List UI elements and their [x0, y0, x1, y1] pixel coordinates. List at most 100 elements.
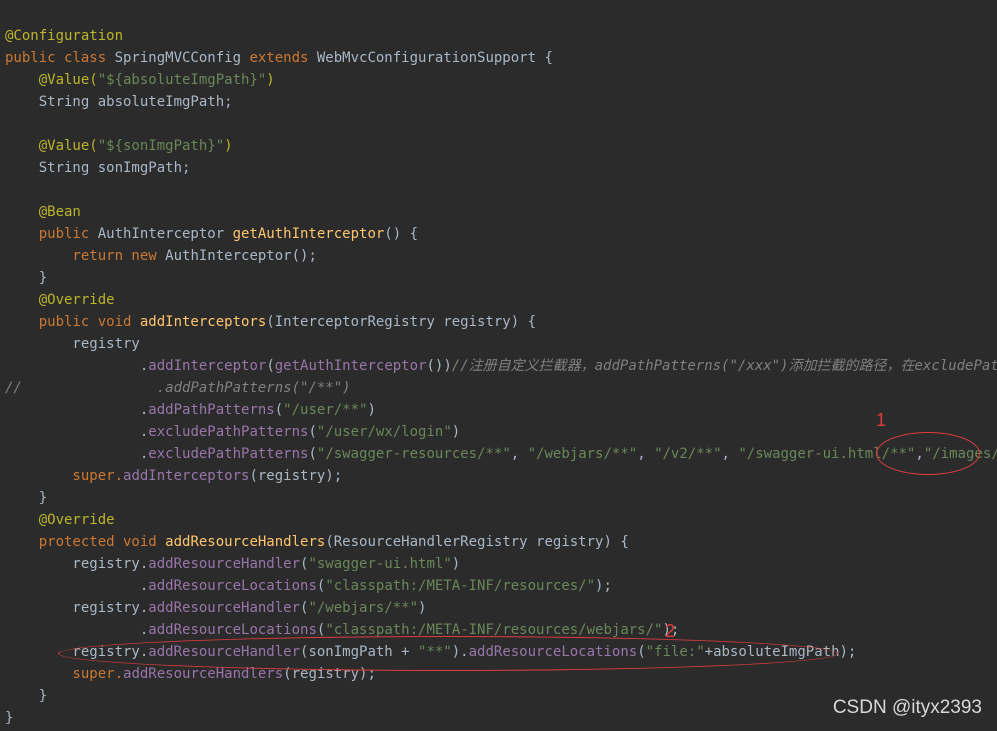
code-token: , — [637, 446, 655, 462]
code-token: , — [915, 446, 924, 462]
code-token: public void — [5, 314, 140, 330]
code-editor[interactable]: @Configuration public class SpringMVCConf… — [0, 0, 997, 731]
code-line: return new AuthInterceptor(); — [5, 245, 317, 267]
code-token: , — [721, 446, 739, 462]
code-token: . — [5, 446, 149, 462]
code-token: AuthInterceptor — [97, 226, 233, 242]
code-token: SpringMVCConfig — [114, 50, 250, 66]
code-token: . — [5, 578, 149, 594]
code-token: "/swagger-ui.html/**" — [738, 446, 916, 462]
code-token: "file:" — [645, 644, 705, 660]
code-token: @Bean — [5, 204, 81, 220]
code-token: registry — [5, 336, 140, 352]
code-token: } — [5, 710, 14, 726]
code-token: . — [5, 424, 149, 440]
code-line: super.addResourceHandlers(registry); — [5, 663, 375, 685]
code-token: . — [5, 622, 149, 638]
code-token: addResourceHandlers — [123, 666, 284, 682]
code-line: .excludePathPatterns("/swagger-resources… — [5, 443, 997, 465]
code-line: protected void addResourceHandlers(Resou… — [5, 531, 629, 553]
code-line: @Bean — [5, 201, 81, 223]
code-token: (ResourceHandlerRegistry registry) { — [325, 534, 629, 550]
code-token: . — [5, 402, 149, 418]
code-token: return new — [5, 248, 166, 264]
code-token: @Override — [5, 512, 115, 528]
code-token: extends — [249, 50, 317, 66]
code-line: public class SpringMVCConfig extends Web… — [5, 47, 553, 69]
code-token: registry. — [5, 556, 149, 572]
code-token: ()) — [426, 358, 452, 374]
code-token: ) — [266, 72, 275, 88]
code-token: (InterceptorRegistry registry) { — [266, 314, 537, 330]
code-token: addResourceLocations — [148, 622, 317, 638]
code-token: "/webjars/**" — [527, 446, 638, 462]
code-token: "/webjars/**" — [308, 600, 419, 616]
code-token: @Value( — [5, 72, 98, 88]
code-token: } — [5, 688, 48, 704]
code-line: .addResourceLocations("classpath:/META-I… — [5, 619, 679, 641]
code-token: ) — [418, 600, 427, 616]
code-token: registry. — [5, 600, 149, 616]
code-token: ). — [451, 644, 469, 660]
code-token: addPathPatterns — [148, 402, 275, 418]
code-line: @Override — [5, 289, 115, 311]
code-token: "classpath:/META-INF/resources/webjars/" — [325, 622, 663, 638]
code-token: "classpath:/META-INF/resources/" — [325, 578, 596, 594]
code-line: String absoluteImgPath; — [5, 91, 233, 113]
code-token: (sonImgPath + — [300, 644, 419, 660]
code-line: registry.addResourceHandler("swagger-ui.… — [5, 553, 460, 575]
code-token: // .addPathPatterns("/**") — [5, 380, 351, 396]
code-token: addResourceLocations — [468, 644, 638, 660]
code-line: @Configuration — [5, 25, 123, 47]
code-token: getAuthInterceptor — [232, 226, 385, 242]
code-token: "/user/**" — [283, 402, 368, 418]
code-token: addResourceHandlers — [165, 534, 326, 550]
code-token: AuthInterceptor(); — [165, 248, 317, 264]
code-token: "**" — [418, 644, 452, 660]
code-line: @Override — [5, 509, 115, 531]
code-line: .excludePathPatterns("/user/wx/login") — [5, 421, 460, 443]
code-token: . — [5, 358, 149, 374]
code-line: // .addPathPatterns("/**") — [5, 377, 351, 399]
code-token: super. — [5, 468, 124, 484]
code-token: super. — [5, 666, 124, 682]
code-token: "/swagger-resources/**" — [316, 446, 511, 462]
code-token: ( — [637, 644, 646, 660]
code-token: @Override — [5, 292, 115, 308]
code-line: registry.addResourceHandler(sonImgPath +… — [5, 641, 856, 663]
code-line: @Value("${sonImgPath}") — [5, 135, 233, 157]
code-token: @Value( — [5, 138, 98, 154]
marker-label-1: 1 — [876, 410, 887, 430]
code-line: @Value("${absoluteImgPath}") — [5, 69, 275, 91]
code-token: //注册自定义拦截器，addPathPatterns("/xxx")添加拦截的路… — [451, 358, 997, 374]
code-token: excludePathPatterns — [148, 424, 309, 440]
code-token: ( — [308, 446, 317, 462]
code-token: ( — [308, 424, 317, 440]
code-token: ); — [595, 578, 612, 594]
code-token: +absoluteImgPath); — [704, 644, 857, 660]
code-token: "${absoluteImgPath}" — [97, 72, 267, 88]
code-token: "/images/**" — [923, 446, 997, 462]
code-token: } — [5, 490, 48, 506]
code-line: public void addInterceptors(InterceptorR… — [5, 311, 536, 333]
code-token: ) — [367, 402, 376, 418]
code-line: .addPathPatterns("/user/**") — [5, 399, 376, 421]
code-token: excludePathPatterns — [148, 446, 309, 462]
code-token: public — [5, 226, 98, 242]
code-line: } — [5, 707, 13, 729]
code-line: } — [5, 267, 47, 289]
code-line: registry — [5, 333, 140, 355]
code-line: super.addInterceptors(registry); — [5, 465, 342, 487]
code-token: () { — [384, 226, 419, 242]
code-token: protected void — [5, 534, 166, 550]
code-token: "${sonImgPath}" — [97, 138, 225, 154]
code-line: public AuthInterceptor getAuthIntercepto… — [5, 223, 418, 245]
code-token: String absoluteImgPath; — [5, 94, 233, 110]
code-token: WebMvcConfigurationSupport { — [316, 50, 553, 66]
marker-label-2: 2 — [665, 621, 676, 641]
code-token: addResourceHandler — [148, 600, 301, 616]
code-token: ( — [274, 402, 284, 418]
code-token: , — [510, 446, 528, 462]
